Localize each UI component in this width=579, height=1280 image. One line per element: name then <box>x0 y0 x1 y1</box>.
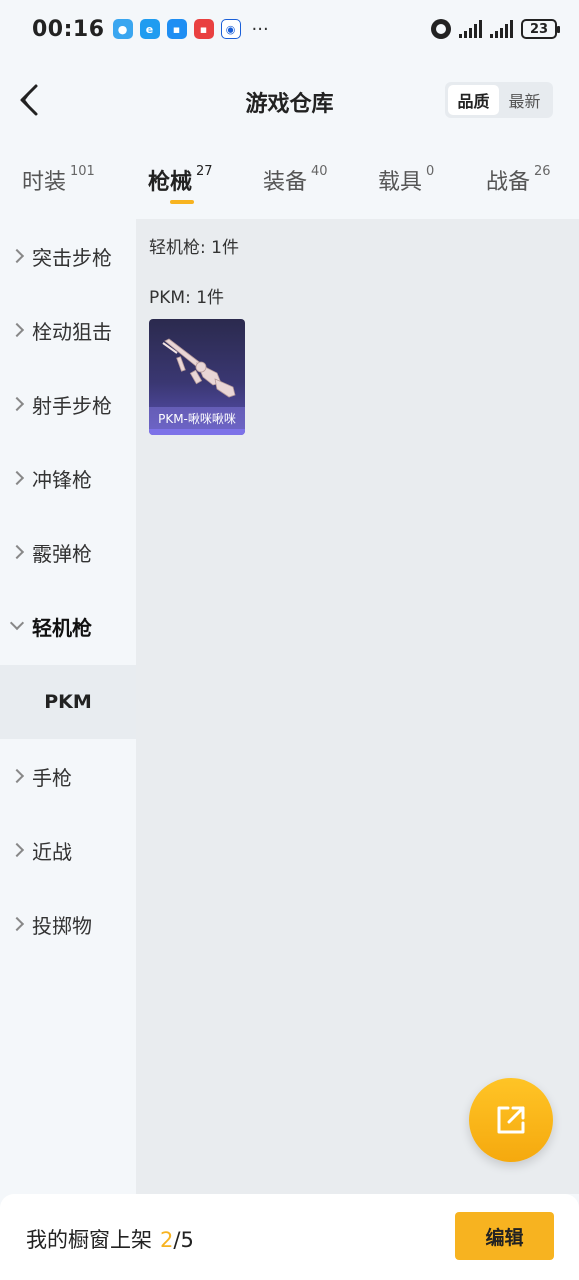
sidebar-item-label: 冲锋枪 <box>32 467 92 492</box>
item-card-name: PKM-啾咪啾咪 <box>149 407 245 429</box>
sidebar-item-pistol[interactable]: 手枪 <box>0 739 136 813</box>
sidebar-item-shotgun[interactable]: 霰弹枪 <box>0 515 136 589</box>
signal-icon <box>490 20 513 38</box>
sidebar-item-label: 手枪 <box>32 765 72 790</box>
signal-icon <box>459 20 482 38</box>
sidebar-subitem-pkm[interactable]: PKM <box>0 665 136 739</box>
item-list-panel: 轻机枪: 1件 PKM: 1件 PKM-啾咪啾咪 <box>136 219 579 1194</box>
tab-equipment[interactable]: 装备 40 <box>263 164 328 196</box>
sidebar-item-label: 突击步枪 <box>32 245 112 270</box>
chevron-right-icon <box>9 322 25 338</box>
screen: 00:16 ● e ▪ ▪ ◉ ··· 23 游戏仓库 品质 最新 时装 101… <box>0 0 579 1280</box>
chevron-right-icon <box>9 916 25 932</box>
tab-count: 0 <box>426 164 435 179</box>
active-tab-indicator <box>170 200 194 204</box>
app-notification-icon: ▪ <box>193 19 214 39</box>
tab-label: 装备 <box>263 170 308 195</box>
showcase-label: 我的橱窗上架 <box>26 1228 152 1252</box>
app-notification-icon: ◉ <box>220 19 241 39</box>
bottom-bar: 我的橱窗上架 2 / 5 编辑 <box>0 1194 579 1280</box>
showcase-status: 我的橱窗上架 2 / 5 <box>26 1224 194 1254</box>
app-header: 游戏仓库 品质 最新 <box>0 58 579 144</box>
sidebar-item-marksman-rifle[interactable]: 射手步枪 <box>0 367 136 441</box>
tab-vehicles[interactable]: 载具 0 <box>378 164 434 196</box>
status-bar: 00:16 ● e ▪ ▪ ◉ ··· 23 <box>0 0 579 58</box>
sidebar-item-label: 近战 <box>32 839 72 864</box>
sidebar-item-label: 霰弹枪 <box>32 541 92 566</box>
edit-button[interactable]: 编辑 <box>455 1212 554 1260</box>
showcase-total: 5 <box>180 1228 194 1252</box>
share-icon <box>497 1106 525 1134</box>
share-button[interactable] <box>469 1078 553 1162</box>
tab-count: 101 <box>70 164 95 179</box>
sidebar-item-melee[interactable]: 近战 <box>0 813 136 887</box>
sort-quality-option[interactable]: 品质 <box>448 85 499 115</box>
category-count-title: 轻机枪: 1件 <box>149 238 239 258</box>
sidebar-item-smg[interactable]: 冲锋枪 <box>0 441 136 515</box>
alarm-icon <box>431 19 451 39</box>
chevron-right-icon <box>9 396 25 412</box>
chevron-right-icon <box>9 768 25 784</box>
sidebar-item-throwables[interactable]: 投掷物 <box>0 887 136 961</box>
sidebar-item-bolt-sniper[interactable]: 栓动狙击 <box>0 293 136 367</box>
sort-toggle: 品质 最新 <box>445 82 553 118</box>
group-count-title: PKM: 1件 <box>149 288 225 308</box>
tab-fashion[interactable]: 时装 101 <box>22 164 95 196</box>
sort-newest-option[interactable]: 最新 <box>499 85 550 115</box>
battery-icon: 23 <box>521 19 560 39</box>
showcase-separator: / <box>173 1228 181 1252</box>
tab-count: 26 <box>534 164 551 179</box>
tab-count: 27 <box>196 164 213 179</box>
tab-war-gear[interactable]: 战备 26 <box>486 164 551 196</box>
item-card[interactable]: PKM-啾咪啾咪 <box>149 319 245 435</box>
sidebar: 突击步枪 栓动狙击 射手步枪 冲锋枪 霰弹枪 轻机枪 PKM 手枪 近战 投掷物 <box>0 219 136 1194</box>
machine-gun-icon <box>162 338 236 398</box>
tab-label: 战备 <box>486 170 531 195</box>
tab-label: 时装 <box>22 170 67 195</box>
sidebar-item-lmg[interactable]: 轻机枪 <box>0 589 136 663</box>
category-tabs: 时装 101 枪械 27 装备 40 载具 0 战备 26 <box>0 158 579 216</box>
notification-icons: ● e ▪ ▪ ◉ ··· <box>112 18 269 40</box>
tab-firearms[interactable]: 枪械 27 <box>148 164 213 196</box>
sidebar-item-label: 投掷物 <box>32 913 92 938</box>
chevron-right-icon <box>9 248 25 264</box>
rarity-bar <box>149 429 245 435</box>
sidebar-item-label: 轻机枪 <box>32 615 92 640</box>
tab-count: 40 <box>311 164 328 179</box>
status-time: 00:16 <box>32 16 105 42</box>
tab-label: 载具 <box>378 170 423 195</box>
tab-label: 枪械 <box>148 170 193 195</box>
sidebar-item-label: 射手步枪 <box>32 393 112 418</box>
chevron-down-icon <box>9 615 25 631</box>
app-notification-icon: e <box>139 19 160 39</box>
more-notifications-icon: ··· <box>251 18 269 40</box>
status-right: 23 <box>431 19 560 39</box>
app-notification-icon: ● <box>112 19 133 39</box>
chevron-right-icon <box>9 470 25 486</box>
sidebar-item-label: 栓动狙击 <box>32 319 112 344</box>
sidebar-item-assault-rifle[interactable]: 突击步枪 <box>0 219 136 293</box>
chevron-right-icon <box>9 842 25 858</box>
chevron-right-icon <box>9 544 25 560</box>
message-notification-icon: ▪ <box>166 19 187 39</box>
showcase-count: 2 <box>160 1228 174 1252</box>
